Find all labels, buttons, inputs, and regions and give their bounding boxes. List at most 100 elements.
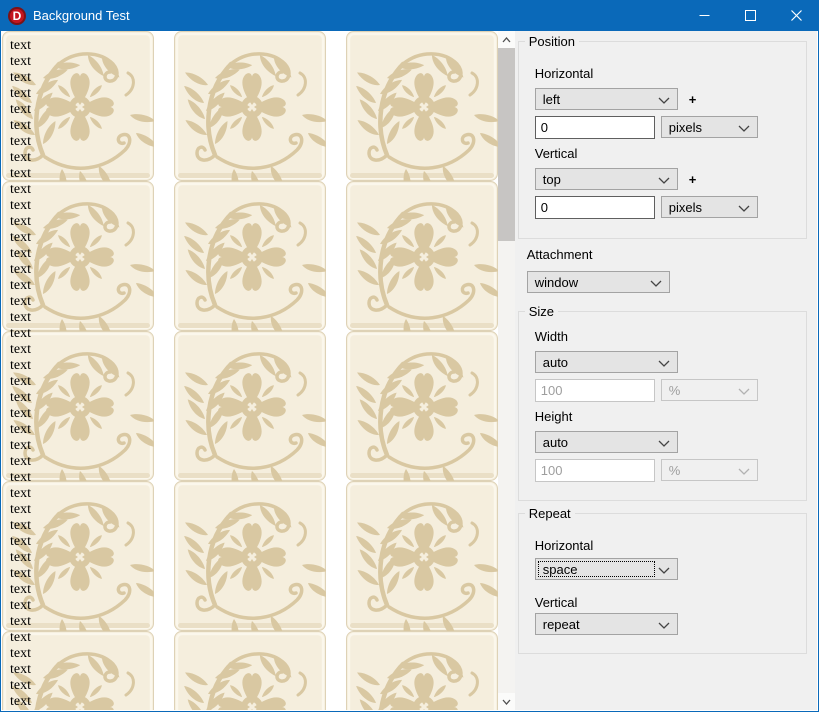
chevron-down-icon xyxy=(658,97,670,104)
text-line: text xyxy=(10,694,31,710)
repeat-group: Repeat Horizontal space Vertical repeat xyxy=(518,513,807,654)
vertical-unit-value: pixels xyxy=(669,200,702,215)
text-line: text xyxy=(10,390,31,406)
scrollbar-thumb[interactable] xyxy=(498,48,515,241)
chevron-up-icon xyxy=(502,37,511,43)
pattern-tile xyxy=(174,31,326,181)
text-line: text xyxy=(10,406,31,422)
vertical-position-select[interactable]: top xyxy=(535,168,678,190)
text-line: text xyxy=(10,422,31,438)
text-line: text xyxy=(10,38,31,54)
chevron-down-icon xyxy=(658,567,670,574)
attachment-label: Attachment xyxy=(527,247,593,262)
vertical-unit-select[interactable]: pixels xyxy=(661,196,758,218)
text-line: text xyxy=(10,438,31,454)
width-label: Width xyxy=(535,329,568,344)
text-line: text xyxy=(10,86,31,102)
text-line: text xyxy=(10,134,31,150)
position-group-title: Position xyxy=(525,34,579,49)
horizontal-unit-select[interactable]: pixels xyxy=(661,116,758,138)
text-line: text xyxy=(10,678,31,694)
text-line: text xyxy=(10,550,31,566)
text-line: text xyxy=(10,470,31,486)
maximize-icon xyxy=(745,10,756,21)
text-line: text xyxy=(10,582,31,598)
chevron-down-icon xyxy=(738,205,750,212)
chevron-down-icon xyxy=(738,388,750,395)
attachment-select[interactable]: window xyxy=(527,271,670,293)
text-line: text xyxy=(10,102,31,118)
width-unit-value: % xyxy=(669,383,681,398)
text-line: text xyxy=(10,534,31,550)
height-mode-value: auto xyxy=(543,435,568,450)
text-line: text xyxy=(10,662,31,678)
text-line: text xyxy=(10,118,31,134)
maximize-button[interactable] xyxy=(727,0,773,31)
pattern-tile xyxy=(174,481,326,631)
window-title: Background Test xyxy=(33,8,681,23)
repeat-vertical-value: repeat xyxy=(543,617,580,632)
height-unit-select: % xyxy=(661,459,758,481)
text-line: text xyxy=(10,374,31,390)
scroll-up-button[interactable] xyxy=(498,31,515,48)
repeat-vertical-label: Vertical xyxy=(535,595,578,610)
chevron-down-icon xyxy=(650,280,662,287)
width-unit-select: % xyxy=(661,379,758,401)
minimize-button[interactable] xyxy=(681,0,727,31)
main-area: texttexttexttexttexttexttexttexttexttext… xyxy=(2,31,817,710)
chevron-down-icon xyxy=(738,125,750,132)
scroll-down-button[interactable] xyxy=(498,693,515,710)
chevron-down-icon xyxy=(658,177,670,184)
preview-pane: texttexttexttexttexttexttexttexttexttext… xyxy=(2,31,498,710)
repeat-horizontal-label: Horizontal xyxy=(535,538,594,553)
chevron-down-icon xyxy=(658,440,670,447)
chevron-down-icon xyxy=(502,699,511,705)
text-line: text xyxy=(10,486,31,502)
height-label: Height xyxy=(535,409,573,424)
text-line: text xyxy=(10,166,31,182)
minimize-icon xyxy=(699,10,710,21)
repeat-horizontal-select[interactable]: space xyxy=(535,558,678,580)
horizontal-position-label: Horizontal xyxy=(535,66,594,81)
height-mode-select[interactable]: auto xyxy=(535,431,678,453)
horizontal-unit-value: pixels xyxy=(669,120,702,135)
width-mode-value: auto xyxy=(543,355,568,370)
text-line: text xyxy=(10,230,31,246)
vertical-position-value: top xyxy=(543,172,561,187)
text-line: text xyxy=(10,614,31,630)
text-line: text xyxy=(10,646,31,662)
text-line: text xyxy=(10,294,31,310)
close-button[interactable] xyxy=(773,0,819,31)
text-line: text xyxy=(10,278,31,294)
repeat-vertical-select[interactable]: repeat xyxy=(535,613,678,635)
text-line: text xyxy=(10,70,31,86)
text-line: text xyxy=(10,342,31,358)
pattern-tile xyxy=(346,31,498,181)
app-window: D Background Test texttexttexttexttextte… xyxy=(0,0,819,712)
vertical-offset-input[interactable] xyxy=(535,196,655,219)
plus-label: + xyxy=(689,92,697,107)
height-amount-input xyxy=(535,459,655,482)
pattern-tile xyxy=(346,481,498,631)
chevron-down-icon xyxy=(738,468,750,475)
text-line: text xyxy=(10,198,31,214)
pattern-tile xyxy=(346,331,498,481)
plus-label: + xyxy=(689,172,697,187)
repeat-group-title: Repeat xyxy=(525,506,575,521)
pattern-tile xyxy=(346,181,498,331)
text-line: text xyxy=(10,598,31,614)
position-group: Position Horizontal left + pixels Vertic… xyxy=(518,41,807,239)
vertical-position-label: Vertical xyxy=(535,146,578,161)
height-unit-value: % xyxy=(669,463,681,478)
pattern-tile xyxy=(174,331,326,481)
width-mode-select[interactable]: auto xyxy=(535,351,678,373)
text-line: text xyxy=(10,182,31,198)
pattern-tile xyxy=(174,631,326,710)
horizontal-position-select[interactable]: left xyxy=(535,88,678,110)
chevron-down-icon xyxy=(658,360,670,367)
vertical-scrollbar[interactable] xyxy=(498,31,515,710)
horizontal-offset-input[interactable] xyxy=(535,116,655,139)
tile-column xyxy=(346,31,498,710)
text-line: text xyxy=(10,326,31,342)
app-icon[interactable]: D xyxy=(8,7,26,25)
